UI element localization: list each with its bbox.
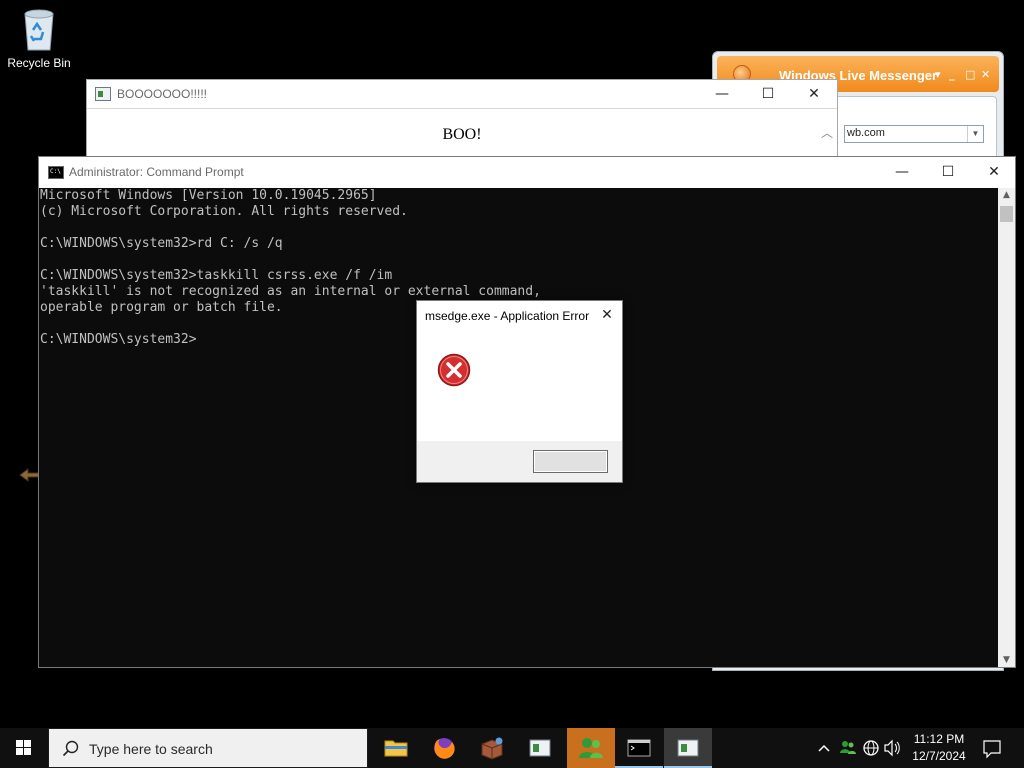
error-dialog-title: msedge.exe - Application Error [425,309,590,323]
show-hidden-icons-button[interactable] [812,728,836,768]
taskbar-command-prompt[interactable] [615,728,663,768]
messenger-buddy-icon [579,738,603,758]
console-line: (c) Microsoft Corporation. All rights re… [40,204,408,219]
search-icon [62,740,79,757]
cmd-window-title: Administrator: Command Prompt [69,165,244,179]
tray-volume[interactable] [882,728,902,768]
boo-window[interactable]: BOOOOOOO!!!!! — ☐ ✕ BOO! ︿ [86,79,838,159]
folder-icon [384,740,408,757]
taskbar-search-box[interactable]: Type here to search [48,728,368,768]
messenger-close-button[interactable]: ✕ [981,68,990,81]
console-line: Microsoft Windows [Version 10.0.19045.29… [40,188,377,203]
cmd-titlebar[interactable]: Administrator: Command Prompt — ☐ ✕ [39,157,1015,188]
chevron-down-icon[interactable]: ▼ [967,126,983,142]
taskbar-messenger[interactable] [567,728,615,768]
error-icon [437,353,471,387]
app-window-icon [677,739,699,757]
application-error-dialog[interactable]: msedge.exe - Application Error ✕ [416,300,623,483]
taskbar-firefox[interactable] [420,728,468,768]
chevron-up-icon[interactable]: ︿ [821,124,833,141]
cmd-close-button[interactable]: ✕ [971,157,1017,188]
cmd-maximize-button[interactable]: ☐ [925,157,971,188]
speaker-icon [884,739,900,757]
boo-titlebar[interactable]: BOOOOOOO!!!!! — ☐ ✕ [87,80,837,109]
boo-maximize-button[interactable]: ☐ [745,80,791,109]
console-line: 'taskkill' is not recognized as an inter… [40,284,541,299]
desktop: Recycle Bin Windows Live Messenger ▾ _ □… [0,0,1024,768]
clock-time: 11:12 PM [913,732,965,746]
tray-network[interactable] [860,728,882,768]
app-window-icon [95,87,111,101]
messenger-tray-icon [840,741,856,754]
package-icon [481,737,503,760]
notification-icon [983,740,1001,759]
tray-messenger[interactable] [836,728,858,768]
app-window-icon [529,739,551,757]
windows-logo-icon [16,740,31,755]
taskbar-clock[interactable]: 11:12 PM 12/7/2024 [902,731,976,765]
taskbar-file-explorer[interactable] [372,728,420,768]
messenger-address-field[interactable]: wb.com ▼ [844,125,984,143]
taskbar-app-window[interactable] [664,728,712,768]
boo-message: BOO! [442,126,482,143]
scroll-up-arrow-icon[interactable]: ▲ [998,190,1015,200]
console-line: C:\WINDOWS\system32>taskkill csrss.exe /… [40,268,393,283]
boo-minimize-button[interactable]: — [699,80,745,109]
firefox-icon [434,738,455,759]
taskbar-package-app[interactable] [468,728,516,768]
recycle-bin-icon [24,9,54,51]
action-center-button[interactable] [978,728,1006,768]
boo-close-button[interactable]: ✕ [791,80,837,109]
error-dialog-ok-button[interactable] [533,450,608,473]
error-dialog-footer [417,441,622,482]
globe-icon [863,740,879,756]
clock-date: 12/7/2024 [912,749,966,763]
cmd-minimize-button[interactable]: — [879,157,925,188]
scroll-down-arrow-icon[interactable]: ▼ [998,655,1015,665]
recycle-bin-shortcut[interactable]: Recycle Bin [4,6,74,70]
command-prompt-icon [627,739,651,757]
search-placeholder: Type here to search [89,741,213,757]
boo-window-title: BOOOOOOO!!!!! [117,87,208,101]
chevron-up-icon [818,744,830,752]
messenger-menu-icon[interactable]: ▾ [935,68,941,81]
taskbar: Type here to search 11:12 PM 12/7/2024 [0,728,1024,768]
start-button[interactable] [0,728,48,768]
recycle-bin-label: Recycle Bin [7,56,71,70]
messenger-maximize-button[interactable]: □ [965,68,975,81]
messenger-minimize-button[interactable]: _ [949,68,955,81]
cmd-scrollbar[interactable]: ▲ ▼ [998,188,1015,667]
command-prompt-icon [48,166,64,179]
console-line: C:\WINDOWS\system32>rd C: /s /q [40,236,283,251]
error-dialog-close-button[interactable]: ✕ [596,304,618,326]
scrollbar-thumb[interactable] [1000,206,1013,222]
taskbar-boo-window[interactable] [516,728,564,768]
messenger-address-value: wb.com [847,127,885,139]
